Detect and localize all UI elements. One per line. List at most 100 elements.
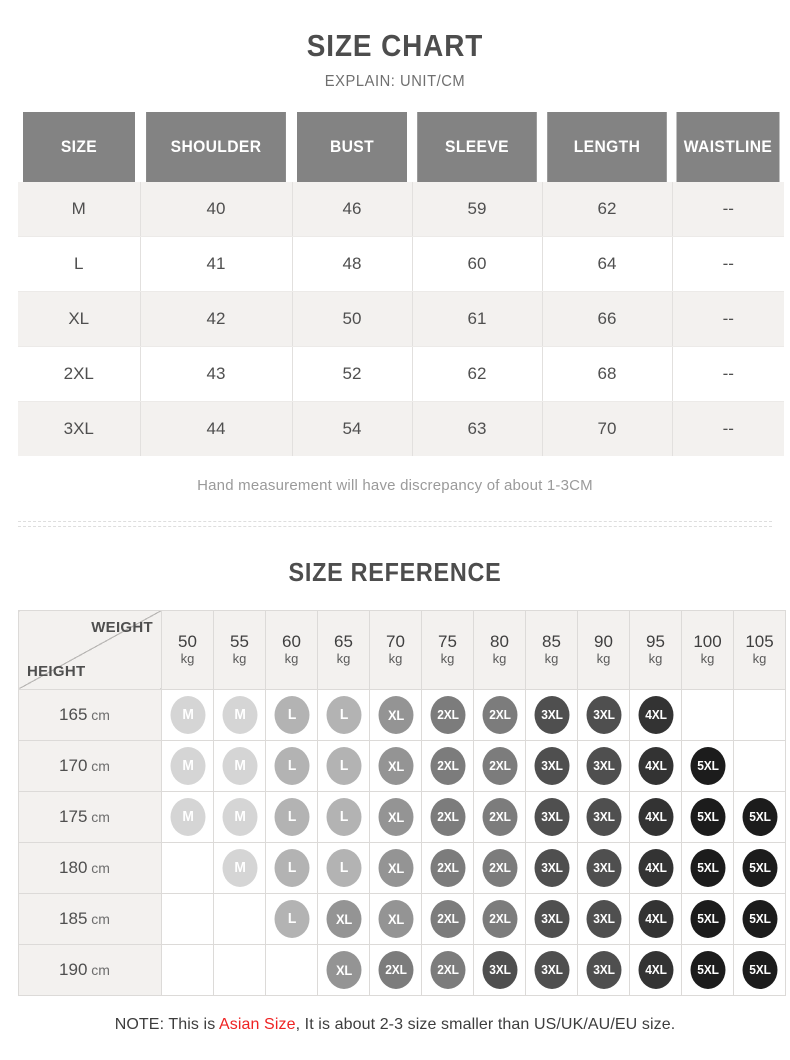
size-badge-cell: 4XL: [629, 739, 682, 792]
weight-value: 85: [542, 631, 561, 651]
size-badge: M: [170, 695, 205, 734]
size-badge: L: [274, 899, 309, 938]
height-unit: cm: [87, 961, 110, 978]
table-row: 3XL 44 54 63 70 --: [18, 401, 784, 456]
height-value: 185: [59, 908, 88, 928]
weight-column-header: 105 kg: [733, 609, 786, 690]
note-suffix: , It is about 2-3 size smaller than US/U…: [295, 1015, 676, 1033]
size-badge: M: [222, 797, 257, 836]
height-label-cell: 170 cm: [18, 739, 162, 792]
size-badge: 2XL: [482, 848, 517, 887]
height-unit: cm: [87, 808, 110, 825]
size-badge-cell: L: [317, 688, 370, 741]
reference-table-body: 165 cm M M L L XL 2XL 2XL 3XL 3XL 4XL 170 cm M M L L XL 2…: [18, 688, 786, 996]
size-badge-cell: XL: [369, 892, 422, 945]
size-badge-cell: 4XL: [629, 943, 682, 996]
measure-cell: 50: [292, 291, 413, 347]
measure-cell: 42: [140, 291, 293, 347]
size-badge: L: [274, 695, 309, 734]
size-badge-cell: 3XL: [525, 943, 578, 996]
weight-unit: kg: [596, 651, 611, 667]
empty-cell: [733, 688, 786, 741]
measure-cell: 40: [140, 181, 293, 237]
size-badge-cell: 4XL: [629, 892, 682, 945]
weight-column-header: 90 kg: [577, 609, 630, 690]
size-badge: 2XL: [430, 797, 465, 836]
table-row: L 41 48 60 64 --: [18, 236, 784, 292]
weight-unit: kg: [492, 651, 507, 667]
weight-column-header: 70 kg: [369, 609, 422, 690]
size-badge: 2XL: [430, 950, 465, 989]
size-badge: 5XL: [690, 746, 725, 785]
weight-column-header: 100 kg: [681, 609, 734, 690]
size-badge: M: [222, 746, 257, 785]
size-badge: 5XL: [742, 797, 777, 836]
size-badge-cell: 2XL: [421, 688, 474, 741]
size-badge-cell: 2XL: [421, 892, 474, 945]
weight-value: 50: [178, 631, 197, 651]
size-badge: M: [222, 695, 257, 734]
column-header-sleeve: SLEEVE: [417, 111, 537, 182]
measure-cell: 70: [542, 401, 673, 456]
size-reference-table: WEIGHT HEIGHT 50 kg 55 kg 60 kg 65 kg 70 kg 75 kg 80…: [18, 609, 786, 996]
height-unit: cm: [87, 757, 110, 774]
weight-unit: kg: [180, 651, 195, 667]
size-badge-cell: 3XL: [577, 841, 630, 894]
size-badge-cell: 2XL: [473, 739, 526, 792]
column-header-waistline: WAISTLINE: [676, 111, 780, 182]
size-badge-cell: M: [213, 688, 266, 741]
empty-cell: [161, 943, 214, 996]
size-badge-cell: 3XL: [525, 790, 578, 843]
size-badge-cell: M: [213, 841, 266, 894]
height-label-cell: 180 cm: [18, 841, 162, 894]
size-badge-cell: 5XL: [681, 739, 734, 792]
size-badge: 3XL: [586, 746, 621, 785]
size-badge: 2XL: [430, 899, 465, 938]
size-badge: 3XL: [534, 746, 569, 785]
reference-row: 170 cm M M L L XL 2XL 2XL 3XL 3XL 4XL 5XL: [18, 739, 786, 792]
size-badge-cell: L: [317, 841, 370, 894]
size-badge: L: [274, 848, 309, 887]
size-badge: L: [326, 797, 361, 836]
weight-column-header: 95 kg: [629, 609, 682, 690]
empty-cell: [681, 688, 734, 741]
weight-value: 60: [282, 631, 301, 651]
size-badge: 3XL: [534, 797, 569, 836]
size-badge-cell: 4XL: [629, 841, 682, 894]
measure-cell: 66: [542, 291, 673, 347]
size-badge-cell: 5XL: [681, 943, 734, 996]
measure-cell: --: [672, 346, 784, 402]
height-label-cell: 190 cm: [18, 943, 162, 996]
weight-value: 95: [646, 631, 665, 651]
size-label-cell: 2XL: [18, 346, 141, 402]
size-badge-cell: 2XL: [421, 790, 474, 843]
size-badge-cell: L: [265, 841, 318, 894]
weight-column-header: 55 kg: [213, 609, 266, 690]
size-badge: 5XL: [690, 848, 725, 887]
weight-column-header: 60 kg: [265, 609, 318, 690]
size-badge-cell: L: [265, 790, 318, 843]
height-value: 165: [59, 704, 88, 724]
size-badge: XL: [326, 950, 361, 989]
size-label-cell: XL: [18, 291, 141, 347]
size-badge: 3XL: [586, 695, 621, 734]
size-badge-cell: 5XL: [681, 892, 734, 945]
size-badge: XL: [378, 848, 413, 887]
weight-value: 70: [386, 631, 405, 651]
size-badge-cell: 3XL: [525, 688, 578, 741]
weight-axis-label: WEIGHT: [91, 618, 153, 636]
size-badge-cell: 5XL: [681, 790, 734, 843]
height-axis-label: HEIGHT: [27, 662, 86, 680]
size-badge: 2XL: [378, 950, 413, 989]
column-header-size: SIZE: [22, 111, 136, 182]
empty-cell: [161, 892, 214, 945]
measure-cell: 44: [140, 401, 293, 456]
measurement-note: Hand measurement will have discrepancy o…: [197, 476, 593, 494]
size-badge-cell: 2XL: [473, 688, 526, 741]
height-label-cell: 165 cm: [18, 688, 162, 741]
size-badge-cell: 3XL: [577, 739, 630, 792]
column-header-shoulder: SHOULDER: [146, 111, 286, 182]
weight-column-header: 50 kg: [161, 609, 214, 690]
size-badge: 3XL: [534, 695, 569, 734]
size-badge: XL: [378, 695, 413, 734]
